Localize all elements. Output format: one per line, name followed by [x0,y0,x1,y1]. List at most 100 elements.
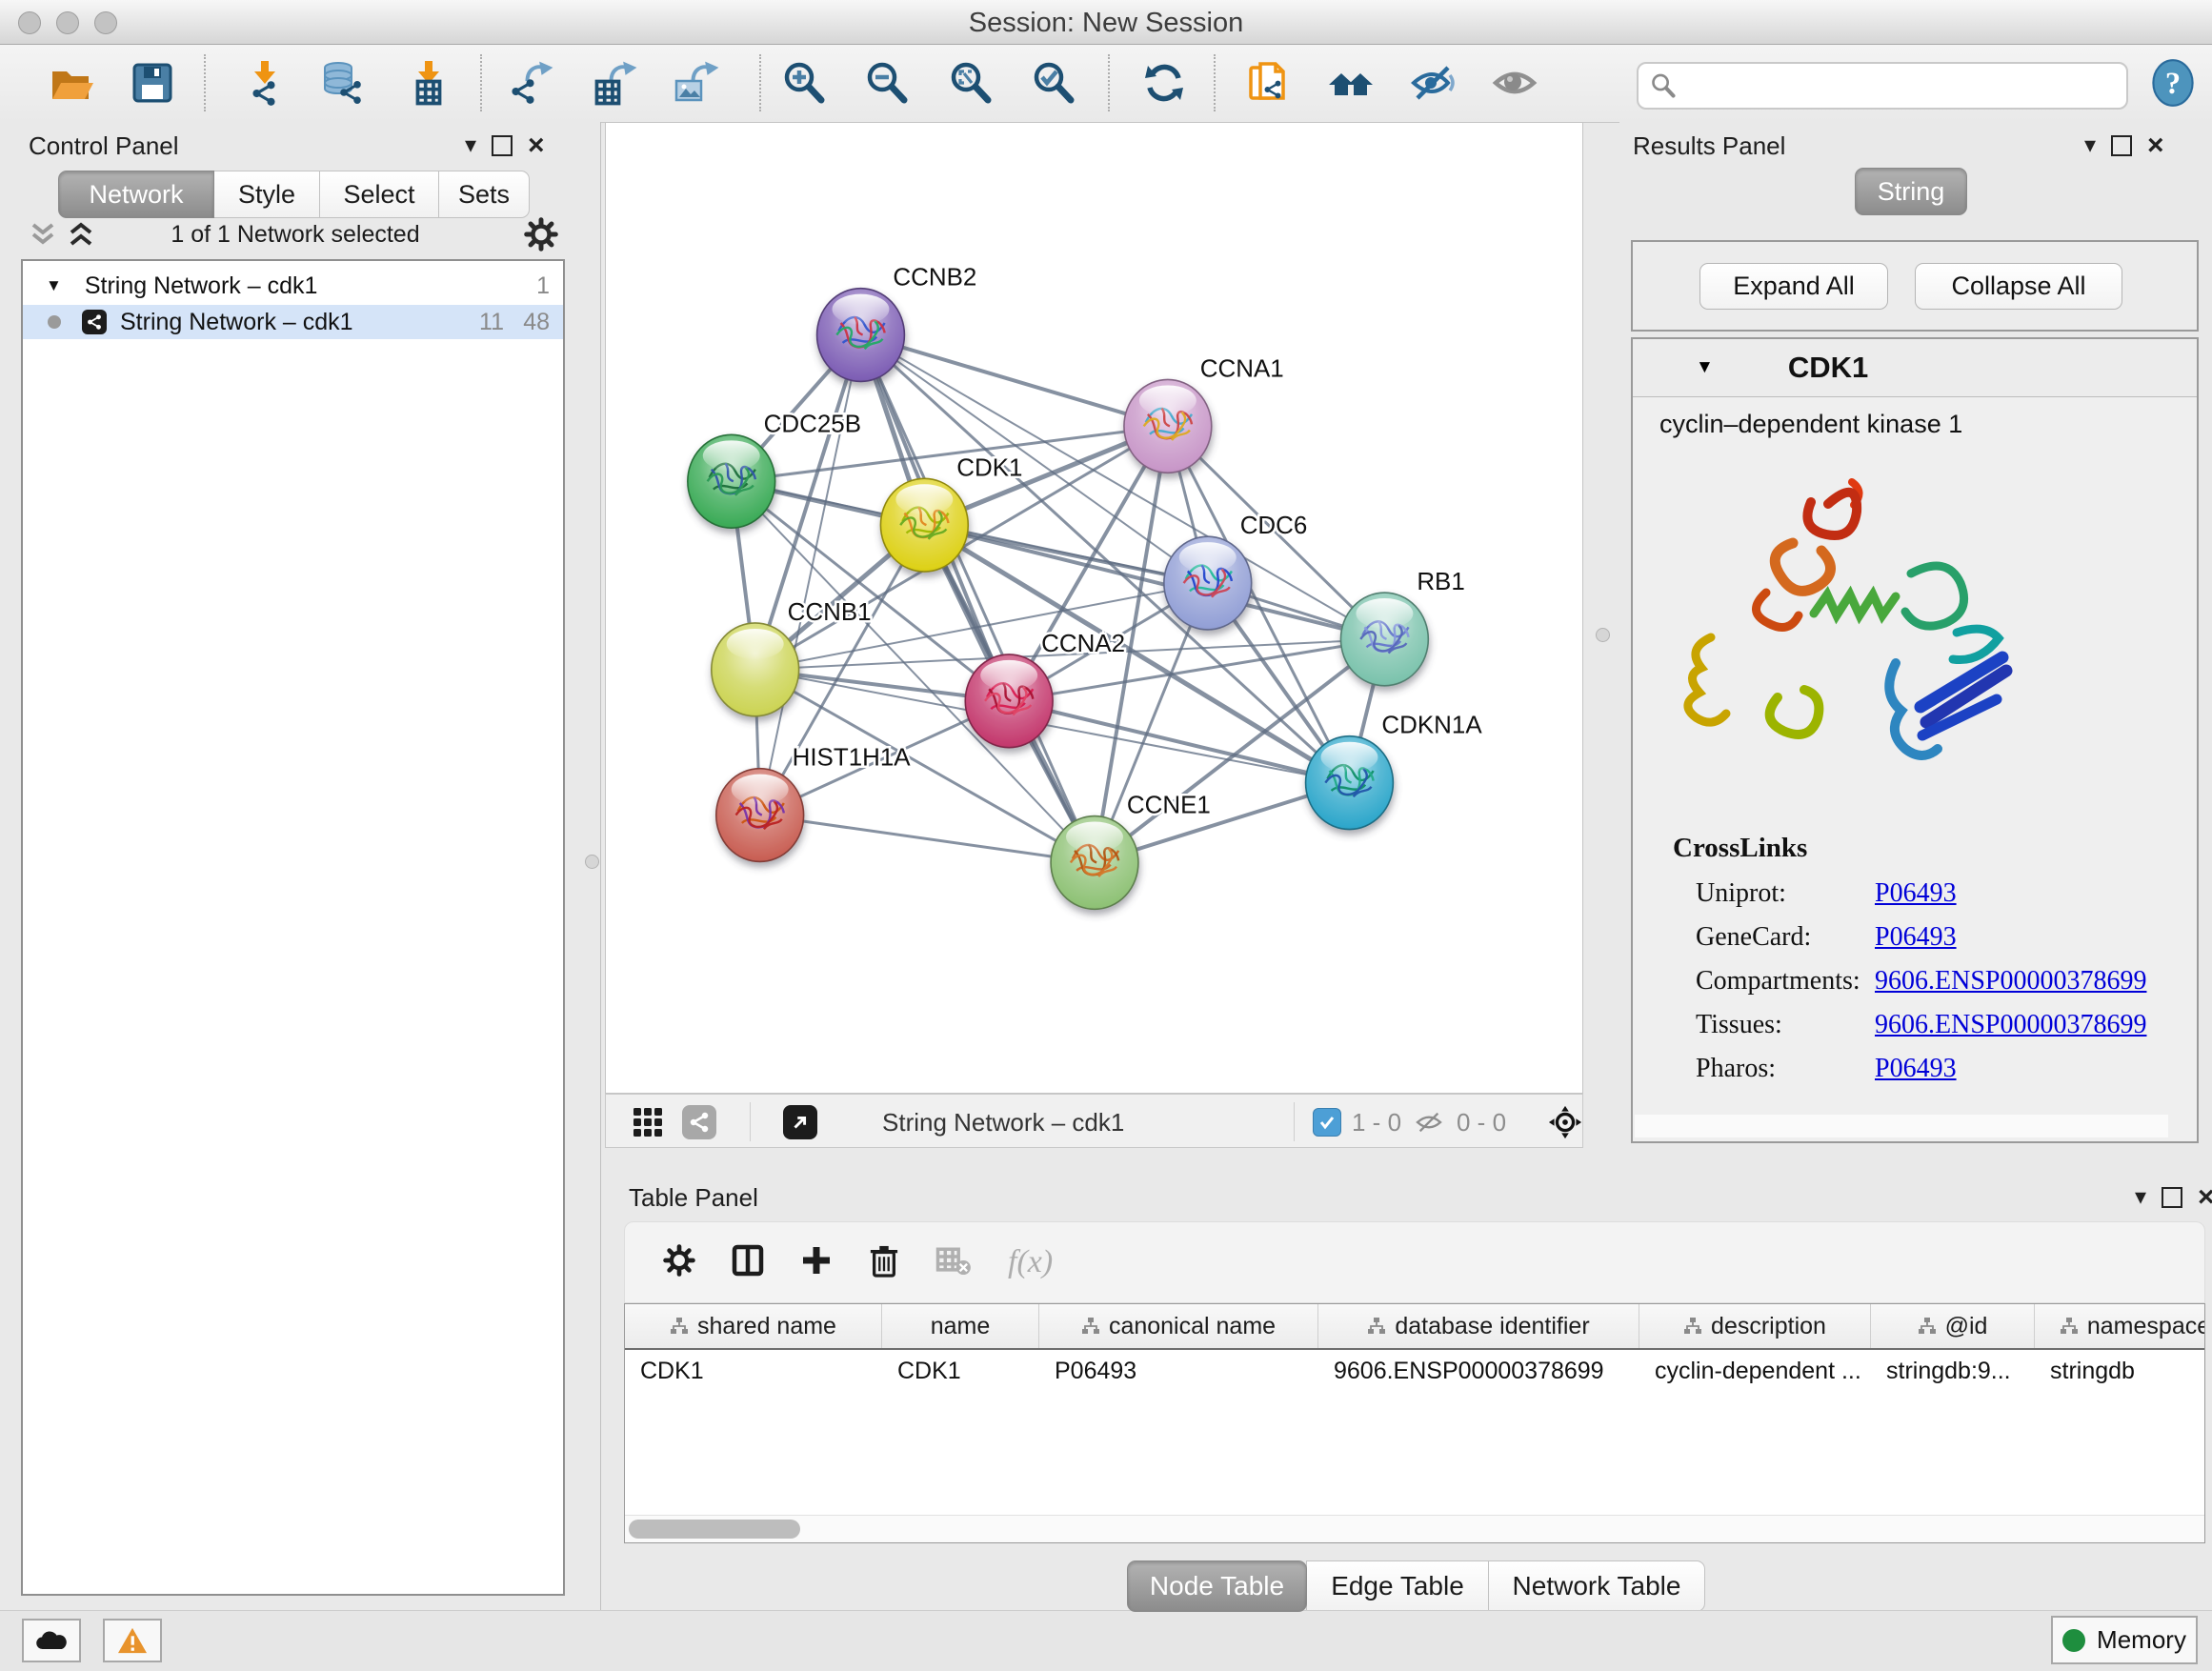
table-horizontal-scrollbar[interactable] [625,1515,2204,1542]
search-input[interactable] [1684,71,2126,101]
network-collection-row[interactable]: ▼ String Network – cdk1 1 [23,269,563,303]
cell-namespace[interactable]: stringdb [2035,1350,2205,1393]
export-network-button[interactable] [507,58,556,108]
cell-canonical-name[interactable]: P06493 [1039,1350,1318,1393]
tab-node-table[interactable]: Node Table [1127,1560,1307,1612]
help-button[interactable]: ? [2148,58,2198,108]
network-row-selected[interactable]: String Network – cdk1 11 48 [23,305,563,339]
cell-shared-name[interactable]: CDK1 [625,1350,882,1393]
show-panels-button[interactable] [1490,58,1539,108]
fit-selected-button[interactable] [1547,1104,1583,1140]
expand-all-networks-button[interactable] [67,221,95,248]
columns-icon [732,1244,764,1277]
left-splitter-handle[interactable] [585,855,599,869]
tab-network-table[interactable]: Network Table [1488,1560,1705,1612]
table-row[interactable]: CDK1 CDK1 P06493 9606.ENSP00000378699 cy… [625,1350,2204,1393]
fit-content-button[interactable] [946,58,995,108]
tab-style[interactable]: Style [213,171,320,218]
network-share-view-button[interactable] [682,1105,716,1139]
function-builder-button[interactable]: f(x) [1008,1244,1053,1280]
warnings-button[interactable] [103,1619,162,1662]
network-options-button[interactable] [524,217,558,252]
col-canonical-name[interactable]: canonical name [1039,1304,1318,1348]
cell-database-identifier[interactable]: 9606.ENSP00000378699 [1318,1350,1639,1393]
tab-select[interactable]: Select [319,171,439,218]
import-network-button[interactable] [240,58,290,108]
col-description[interactable]: description [1639,1304,1871,1348]
delete-column-button[interactable] [869,1243,899,1282]
panel-menu-icon[interactable]: ▾ [465,134,476,157]
network-node[interactable]: HIST1H1A [716,745,912,862]
cell-description[interactable]: cyclin-dependent ... [1639,1350,1871,1393]
collapse-all-button[interactable]: Collapse All [1915,263,2122,310]
right-splitter-handle[interactable] [1596,628,1610,642]
network-canvas[interactable]: CCNB2CCNA1CDC25BCDK1CDC6RB1CCNB1CCNA2CDK… [605,122,1583,1094]
network-node[interactable]: CCNB1 [712,599,872,716]
export-image-button[interactable] [673,58,722,108]
collapse-card-icon[interactable]: ▼ [1696,357,1714,378]
tab-string[interactable]: String [1855,168,1967,215]
float-panel-icon[interactable] [2162,1187,2182,1208]
open-in-new-window-button[interactable] [783,1105,817,1139]
save-session-button[interactable] [128,58,177,108]
col-shared-name[interactable]: shared name [625,1304,882,1348]
expand-all-button[interactable]: Expand All [1699,263,1888,310]
panel-menu-icon[interactable]: ▾ [2084,134,2096,157]
protein-card-header[interactable]: ▼ CDK1 [1633,339,2197,397]
col-database-identifier[interactable]: database identifier [1318,1304,1639,1348]
crosslink-pharos-link[interactable]: P06493 [1875,1054,1957,1084]
network-graph[interactable]: CCNB2CCNA1CDC25BCDK1CDC6RB1CCNB1CCNA2CDK… [606,123,1582,1093]
collapse-all-networks-button[interactable] [29,221,57,248]
string-network-icon [82,310,107,334]
delete-table-button[interactable] [935,1245,972,1280]
grid-view-button[interactable] [633,1107,663,1137]
network-column-icon [1367,1317,1386,1336]
table-settings-button[interactable] [663,1244,695,1281]
close-panel-icon[interactable]: × [528,131,545,160]
close-panel-icon[interactable]: × [2147,131,2164,160]
cell-id[interactable]: stringdb:9... [1871,1350,2035,1393]
refresh-button[interactable] [1139,58,1189,108]
tab-edge-table[interactable]: Edge Table [1306,1560,1489,1612]
tab-network[interactable]: Network [58,171,214,218]
home-layouts-button[interactable] [1326,58,1376,108]
col-id[interactable]: @id [1871,1304,2035,1348]
crosslink-genecard-link[interactable]: P06493 [1875,922,1957,953]
card-scrollbar-track[interactable] [1635,1115,2168,1137]
crosslink-compartments-link[interactable]: 9606.ENSP00000378699 [1875,966,2146,997]
hide-panels-button[interactable] [1408,58,1458,108]
import-network-from-database-button[interactable] [318,58,368,108]
show-columns-button[interactable] [732,1244,764,1281]
network-node[interactable]: RB1 [1340,569,1464,686]
open-session-button[interactable] [46,58,95,108]
network-node[interactable]: CDC6 [1164,513,1307,630]
float-panel-icon[interactable] [492,135,513,156]
network-node[interactable]: CCNA1 [1124,355,1284,473]
import-table-button[interactable] [404,58,453,108]
network-node[interactable]: CDK1 [880,454,1022,572]
tab-sets[interactable]: Sets [438,171,530,218]
table-toolbar: f(x) [624,1221,2205,1303]
float-panel-icon[interactable] [2111,135,2132,156]
zoom-selected-button[interactable] [1029,58,1078,108]
scrollbar-thumb[interactable] [629,1520,800,1539]
crosslink-uniprot-link[interactable]: P06493 [1875,878,1957,909]
zoom-in-button[interactable] [779,58,829,108]
export-table-button[interactable] [591,58,640,108]
col-name[interactable]: name [882,1304,1039,1348]
memory-button[interactable]: Memory [2051,1616,2198,1664]
close-panel-icon[interactable]: × [2198,1183,2212,1212]
search-field[interactable] [1637,62,2128,110]
cloud-status-button[interactable] [22,1619,81,1662]
create-column-button[interactable] [800,1244,833,1281]
cell-name[interactable]: CDK1 [882,1350,1039,1393]
crosslink-tissues-link[interactable]: 9606.ENSP00000378699 [1875,1010,2146,1040]
col-namespace[interactable]: namespace [2035,1304,2205,1348]
selected-nodes-checkbox[interactable] [1313,1108,1341,1137]
network-node[interactable]: CCNE1 [1051,793,1211,910]
panel-menu-icon[interactable]: ▾ [2135,1186,2146,1209]
network-node[interactable]: CDKN1A [1306,713,1483,830]
zoom-out-button[interactable] [862,58,912,108]
string-import-button[interactable] [1243,58,1293,108]
tree-expand-icon[interactable]: ▼ [46,276,62,295]
